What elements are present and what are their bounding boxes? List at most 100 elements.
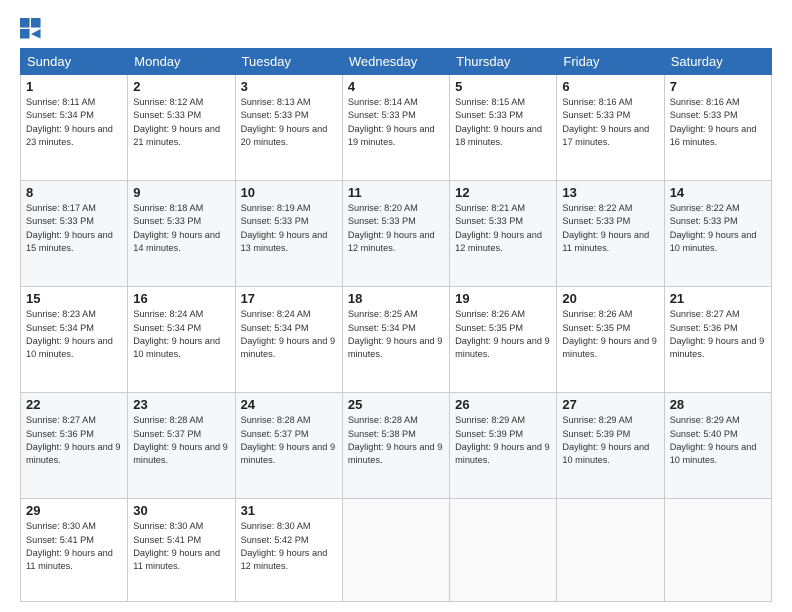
daylight-label: Daylight: 9 hours and 9 minutes. — [348, 442, 443, 465]
day-number: 29 — [26, 503, 122, 518]
day-info: Sunrise: 8:16 AM Sunset: 5:33 PM Dayligh… — [670, 96, 766, 149]
sunset-label: Sunset: 5:35 PM — [455, 323, 523, 333]
sunrise-label: Sunrise: 8:14 AM — [348, 97, 418, 107]
calendar-cell: 17 Sunrise: 8:24 AM Sunset: 5:34 PM Dayl… — [235, 287, 342, 393]
daylight-label: Daylight: 9 hours and 12 minutes. — [241, 548, 328, 571]
sunset-label: Sunset: 5:33 PM — [348, 216, 416, 226]
sunset-label: Sunset: 5:36 PM — [670, 323, 738, 333]
day-info: Sunrise: 8:22 AM Sunset: 5:33 PM Dayligh… — [562, 202, 658, 255]
calendar-cell: 10 Sunrise: 8:19 AM Sunset: 5:33 PM Dayl… — [235, 181, 342, 287]
day-number: 25 — [348, 397, 444, 412]
calendar-cell: 21 Sunrise: 8:27 AM Sunset: 5:36 PM Dayl… — [664, 287, 771, 393]
day-number: 30 — [133, 503, 229, 518]
day-info: Sunrise: 8:26 AM Sunset: 5:35 PM Dayligh… — [562, 308, 658, 361]
day-number: 10 — [241, 185, 337, 200]
sunrise-label: Sunrise: 8:13 AM — [241, 97, 311, 107]
col-header-saturday: Saturday — [664, 49, 771, 75]
sunset-label: Sunset: 5:38 PM — [348, 429, 416, 439]
sunset-label: Sunset: 5:36 PM — [26, 429, 94, 439]
daylight-label: Daylight: 9 hours and 21 minutes. — [133, 124, 220, 147]
sunset-label: Sunset: 5:33 PM — [241, 216, 309, 226]
day-number: 19 — [455, 291, 551, 306]
sunrise-label: Sunrise: 8:30 AM — [26, 521, 96, 531]
day-number: 15 — [26, 291, 122, 306]
day-info: Sunrise: 8:26 AM Sunset: 5:35 PM Dayligh… — [455, 308, 551, 361]
day-number: 26 — [455, 397, 551, 412]
daylight-label: Daylight: 9 hours and 11 minutes. — [133, 548, 220, 571]
sunset-label: Sunset: 5:39 PM — [562, 429, 630, 439]
calendar-cell: 9 Sunrise: 8:18 AM Sunset: 5:33 PM Dayli… — [128, 181, 235, 287]
day-info: Sunrise: 8:22 AM Sunset: 5:33 PM Dayligh… — [670, 202, 766, 255]
col-header-monday: Monday — [128, 49, 235, 75]
sunset-label: Sunset: 5:33 PM — [562, 216, 630, 226]
day-info: Sunrise: 8:30 AM Sunset: 5:41 PM Dayligh… — [26, 520, 122, 573]
calendar-week-1: 1 Sunrise: 8:11 AM Sunset: 5:34 PM Dayli… — [21, 75, 772, 181]
calendar-week-4: 22 Sunrise: 8:27 AM Sunset: 5:36 PM Dayl… — [21, 393, 772, 499]
logo — [20, 18, 46, 40]
calendar-cell: 3 Sunrise: 8:13 AM Sunset: 5:33 PM Dayli… — [235, 75, 342, 181]
day-number: 23 — [133, 397, 229, 412]
sunrise-label: Sunrise: 8:27 AM — [26, 415, 96, 425]
daylight-label: Daylight: 9 hours and 12 minutes. — [348, 230, 435, 253]
day-number: 12 — [455, 185, 551, 200]
sunset-label: Sunset: 5:35 PM — [562, 323, 630, 333]
day-number: 21 — [670, 291, 766, 306]
daylight-label: Daylight: 9 hours and 10 minutes. — [562, 442, 649, 465]
sunrise-label: Sunrise: 8:29 AM — [455, 415, 525, 425]
daylight-label: Daylight: 9 hours and 10 minutes. — [133, 336, 220, 359]
calendar-cell: 5 Sunrise: 8:15 AM Sunset: 5:33 PM Dayli… — [450, 75, 557, 181]
daylight-label: Daylight: 9 hours and 9 minutes. — [241, 336, 336, 359]
day-number: 4 — [348, 79, 444, 94]
calendar-cell: 29 Sunrise: 8:30 AM Sunset: 5:41 PM Dayl… — [21, 499, 128, 602]
calendar-cell: 26 Sunrise: 8:29 AM Sunset: 5:39 PM Dayl… — [450, 393, 557, 499]
calendar-cell — [450, 499, 557, 602]
calendar-cell: 31 Sunrise: 8:30 AM Sunset: 5:42 PM Dayl… — [235, 499, 342, 602]
day-info: Sunrise: 8:24 AM Sunset: 5:34 PM Dayligh… — [241, 308, 337, 361]
day-info: Sunrise: 8:30 AM Sunset: 5:42 PM Dayligh… — [241, 520, 337, 573]
col-header-wednesday: Wednesday — [342, 49, 449, 75]
sunset-label: Sunset: 5:33 PM — [455, 110, 523, 120]
calendar-header-row: SundayMondayTuesdayWednesdayThursdayFrid… — [21, 49, 772, 75]
sunset-label: Sunset: 5:33 PM — [455, 216, 523, 226]
calendar-cell: 25 Sunrise: 8:28 AM Sunset: 5:38 PM Dayl… — [342, 393, 449, 499]
day-number: 3 — [241, 79, 337, 94]
day-info: Sunrise: 8:30 AM Sunset: 5:41 PM Dayligh… — [133, 520, 229, 573]
daylight-label: Daylight: 9 hours and 11 minutes. — [562, 230, 649, 253]
sunset-label: Sunset: 5:39 PM — [455, 429, 523, 439]
sunrise-label: Sunrise: 8:26 AM — [562, 309, 632, 319]
calendar-cell: 15 Sunrise: 8:23 AM Sunset: 5:34 PM Dayl… — [21, 287, 128, 393]
sunset-label: Sunset: 5:33 PM — [670, 216, 738, 226]
daylight-label: Daylight: 9 hours and 9 minutes. — [26, 442, 121, 465]
sunset-label: Sunset: 5:34 PM — [241, 323, 309, 333]
calendar-cell: 18 Sunrise: 8:25 AM Sunset: 5:34 PM Dayl… — [342, 287, 449, 393]
daylight-label: Daylight: 9 hours and 9 minutes. — [455, 442, 550, 465]
daylight-label: Daylight: 9 hours and 10 minutes. — [26, 336, 113, 359]
day-number: 31 — [241, 503, 337, 518]
col-header-thursday: Thursday — [450, 49, 557, 75]
day-info: Sunrise: 8:17 AM Sunset: 5:33 PM Dayligh… — [26, 202, 122, 255]
day-number: 20 — [562, 291, 658, 306]
daylight-label: Daylight: 9 hours and 19 minutes. — [348, 124, 435, 147]
sunrise-label: Sunrise: 8:28 AM — [133, 415, 203, 425]
day-info: Sunrise: 8:27 AM Sunset: 5:36 PM Dayligh… — [670, 308, 766, 361]
daylight-label: Daylight: 9 hours and 14 minutes. — [133, 230, 220, 253]
daylight-label: Daylight: 9 hours and 9 minutes. — [133, 442, 228, 465]
sunset-label: Sunset: 5:33 PM — [348, 110, 416, 120]
sunset-label: Sunset: 5:33 PM — [133, 216, 201, 226]
sunset-label: Sunset: 5:33 PM — [133, 110, 201, 120]
daylight-label: Daylight: 9 hours and 9 minutes. — [348, 336, 443, 359]
day-info: Sunrise: 8:14 AM Sunset: 5:33 PM Dayligh… — [348, 96, 444, 149]
sunrise-label: Sunrise: 8:26 AM — [455, 309, 525, 319]
sunrise-label: Sunrise: 8:12 AM — [133, 97, 203, 107]
sunrise-label: Sunrise: 8:24 AM — [133, 309, 203, 319]
calendar-cell: 14 Sunrise: 8:22 AM Sunset: 5:33 PM Dayl… — [664, 181, 771, 287]
day-number: 7 — [670, 79, 766, 94]
day-info: Sunrise: 8:11 AM Sunset: 5:34 PM Dayligh… — [26, 96, 122, 149]
calendar-table: SundayMondayTuesdayWednesdayThursdayFrid… — [20, 48, 772, 602]
daylight-label: Daylight: 9 hours and 17 minutes. — [562, 124, 649, 147]
calendar-cell: 4 Sunrise: 8:14 AM Sunset: 5:33 PM Dayli… — [342, 75, 449, 181]
sunrise-label: Sunrise: 8:16 AM — [562, 97, 632, 107]
day-number: 24 — [241, 397, 337, 412]
day-info: Sunrise: 8:13 AM Sunset: 5:33 PM Dayligh… — [241, 96, 337, 149]
calendar-cell: 27 Sunrise: 8:29 AM Sunset: 5:39 PM Dayl… — [557, 393, 664, 499]
